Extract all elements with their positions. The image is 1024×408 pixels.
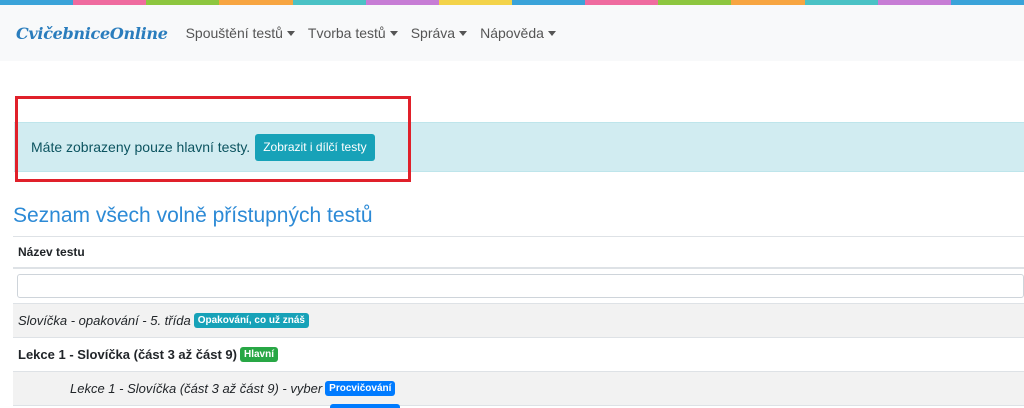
name-filter-input[interactable] (17, 274, 1024, 298)
nav-tvorba-testu[interactable]: Tvorba testů (308, 25, 398, 41)
navbar: CvičebniceOnline Spouštění testů Tvorba … (0, 5, 1024, 61)
tests-table: Název testu Slovíčka - opakování - 5. tř… (13, 236, 1024, 406)
nav-item-label: Nápověda (480, 25, 544, 41)
table-row[interactable]: Slovíčka - opakování - 5. třída Opakován… (13, 304, 1024, 338)
caret-down-icon (459, 30, 468, 36)
brand-logo[interactable]: CvičebniceOnline (16, 24, 168, 43)
nav-napoveda[interactable]: Nápověda (480, 25, 556, 41)
test-name[interactable]: Slovíčka - opakování - 5. třída (18, 313, 191, 328)
caret-down-icon (547, 30, 556, 36)
highlight-annotation (15, 96, 411, 182)
test-type-badge: Procvičování (325, 381, 396, 396)
test-type-badge: Opakování, co už znáš (193, 313, 309, 328)
column-header-name[interactable]: Název testu (18, 245, 85, 259)
test-name[interactable]: Lekce 1 - Slovíčka (část 3 až část 9) (18, 347, 237, 362)
nav-sprava[interactable]: Správa (410, 25, 468, 41)
table-row[interactable]: Lekce 1 - Slovíčka (část 3 až část 9) Hl… (13, 338, 1024, 372)
filter-row (13, 269, 1024, 304)
nav-spousteni-testu[interactable]: Spouštění testů (186, 25, 295, 41)
table-header-row: Název testu (13, 236, 1024, 269)
test-type-badge: Hlavní (239, 347, 278, 362)
nav-item-label: Spouštění testů (185, 25, 283, 41)
page-title: Seznam všech volně přístupných testů (13, 204, 373, 227)
nav-item-label: Správa (410, 25, 456, 41)
partial-badge (330, 404, 400, 408)
test-name[interactable]: Lekce 1 - Slovíčka (část 3 až část 9) - … (70, 381, 322, 396)
caret-down-icon (389, 30, 398, 36)
table-row[interactable]: Lekce 1 - Slovíčka (část 3 až část 9) - … (13, 372, 1024, 406)
nav-item-label: Tvorba testů (307, 25, 386, 41)
caret-down-icon (286, 30, 295, 36)
